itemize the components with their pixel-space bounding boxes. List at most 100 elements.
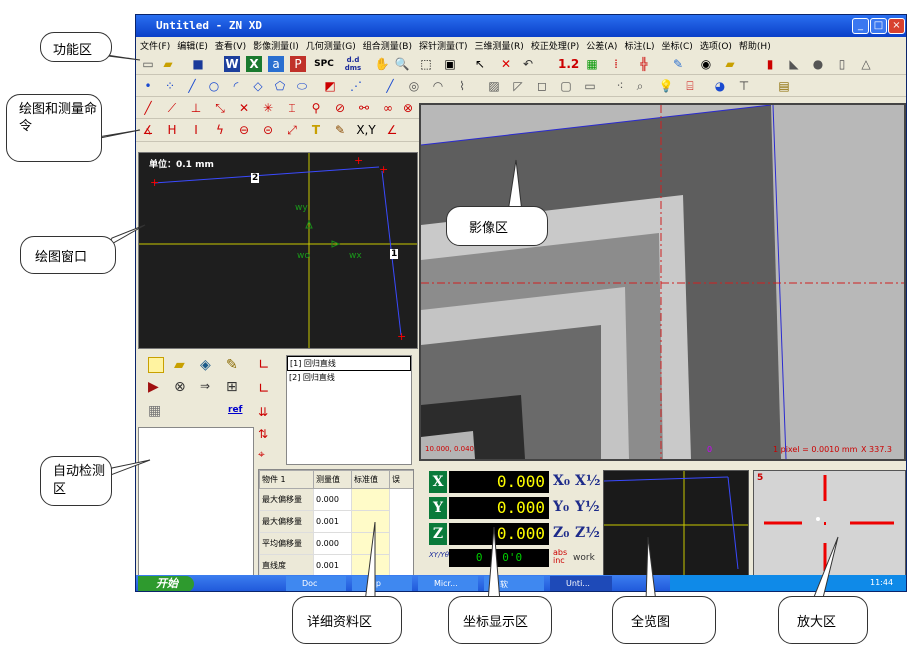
lamp-icon[interactable]: ⌸ [682,78,698,94]
menu-edit[interactable]: 编辑(E) [173,37,211,52]
menu-view[interactable]: 查看(V) [211,37,249,52]
word-icon[interactable]: W [224,56,240,72]
taskbar-item[interactable]: 软 [484,576,544,591]
point-icon[interactable]: • [140,78,156,94]
z-half-button[interactable]: Z½ [575,525,600,541]
delete-icon[interactable]: ✕ [498,56,514,72]
ref-icon[interactable]: ref [228,405,242,415]
xy-icon[interactable]: X,Y [354,122,378,138]
intersect-icon[interactable]: ✕ [236,100,252,116]
circle-icon[interactable]: ○ [206,78,222,94]
box-line-icon[interactable]: ▨ [486,78,502,94]
circle-chain-icon[interactable]: ∞ [380,100,396,116]
zoom-box-icon[interactable]: ⬚ [418,56,434,72]
globe-icon[interactable]: ◕ [712,78,728,94]
menu-options[interactable]: 选项(O) [696,37,735,52]
close-button[interactable]: × [888,18,905,34]
maximize-button[interactable]: □ [870,18,887,34]
work-label[interactable]: work [573,553,595,563]
magnifier-icon[interactable]: 🔍 [394,56,410,72]
cylinder-icon[interactable]: ▯ [834,56,850,72]
fit-icon[interactable]: ▣ [442,56,458,72]
circle-link-icon[interactable]: ⊗ [400,100,416,116]
menu-3d[interactable]: 三维测量(R) [471,37,527,52]
cursor-icon[interactable]: ↖ [472,56,488,72]
y-zero-button[interactable]: Y₀ [553,499,569,515]
diameter-icon[interactable]: ⊖ [236,122,252,138]
edge-icon[interactable]: ◩ [322,78,338,94]
probe-icon[interactable]: ▮ [762,56,778,72]
slant-dim-icon[interactable]: ϟ [212,122,228,138]
double-intersect-icon[interactable]: ✳ [260,100,276,116]
plane-icon[interactable]: ◣ [786,56,802,72]
perpendicular-icon[interactable]: ⊥ [188,100,204,116]
save-icon[interactable]: ■ [190,56,206,72]
number-icon[interactable]: 1.2 [558,56,579,72]
h-dim-icon[interactable]: H [164,122,180,138]
edit-program-icon[interactable]: ✎ [226,357,238,373]
x-half-button[interactable]: X½ [575,473,600,489]
arc-icon[interactable]: ◜ [228,78,244,94]
image-area[interactable]: 10.000, 0.040 0 1 pixel = 0.0010 mm X 33… [419,103,906,461]
tangent-icon[interactable]: ⤡ [212,100,228,116]
auto-detect-panel[interactable] [138,427,254,583]
y-axis-button[interactable]: Y [429,497,447,519]
step-icon[interactable]: ⇒ [200,379,210,393]
menu-help[interactable]: 帮助(H) [735,37,774,52]
box-arc-icon[interactable]: ▢ [558,78,574,94]
spc-icon[interactable]: SPC [312,56,336,72]
menu-coord[interactable]: 坐标(C) [658,37,696,52]
stop-icon[interactable]: ⊗ [174,379,186,395]
menu-image-measure[interactable]: 影像测量(I) [249,37,302,52]
new-file-icon[interactable]: ▭ [140,56,156,72]
polygon-icon[interactable]: ⬠ [272,78,288,94]
menu-tolerance[interactable]: 公差(A) [582,37,620,52]
two-circle-icon[interactable]: ⚯ [356,100,372,116]
box-round-icon[interactable]: ▭ [582,78,598,94]
run-icon[interactable]: ▶ [148,379,159,395]
crosshair-icon[interactable]: ╬ [636,56,652,72]
taskbar-item[interactable]: Micr... [418,576,478,591]
x-zero-button[interactable]: X₀ [553,473,570,489]
transform-icon[interactable]: ⌖ [258,447,265,462]
brush-icon[interactable]: ⌇ [454,78,470,94]
arc-tool-icon[interactable]: ◠ [430,78,446,94]
coordinate-tool-icon[interactable]: ⊤ [736,78,752,94]
line-icon[interactable]: ╱ [184,78,200,94]
align-icon[interactable]: ∟ [258,357,270,373]
menu-probe[interactable]: 探针测量(T) [415,37,471,52]
taskbar-item[interactable]: ...lp [352,576,412,591]
multi-point-icon[interactable]: ⁘ [162,78,178,94]
overview-map[interactable] [603,470,749,576]
undo-icon[interactable]: ↶ [520,56,536,72]
save-program-icon[interactable]: ◈ [200,357,211,373]
ellipse-icon[interactable]: ⬭ [294,78,310,94]
abs-toggle[interactable]: abs inc [553,549,567,565]
detail-table[interactable]: 物件 1 测量值 标准值 误 最大偏移量 0.000 最大偏移量 0.001 平均偏… [258,469,414,581]
pin-icon[interactable]: ⚲ [308,100,324,116]
y-half-button[interactable]: Y½ [575,499,600,515]
construct-line-icon[interactable]: ╱ [140,100,156,116]
pdf-icon[interactable]: P [290,56,306,72]
auto-line-icon[interactable]: ⋰ [348,78,364,94]
circle-cross-icon[interactable]: ⊘ [332,100,348,116]
menu-file[interactable]: 文件(F) [136,37,173,52]
open-program-icon[interactable]: ▰ [174,357,185,373]
angle-icon[interactable]: ∡ [140,122,156,138]
menu-combo[interactable]: 组合测量(B) [359,37,415,52]
angle-dim-icon[interactable]: ∠ [384,122,400,138]
report-icon[interactable]: ▤ [776,78,792,94]
excel-icon[interactable]: X [246,56,262,72]
grid-icon[interactable]: ▦ [584,56,600,72]
feature-list[interactable]: [1] 回归直线 [2] 回归直线 [286,355,412,465]
export-icon[interactable]: a [268,56,284,72]
v-dim-icon[interactable]: I [188,122,204,138]
pen-icon[interactable]: ╱ [382,78,398,94]
marker-icon[interactable]: ✎ [332,122,348,138]
menu-geometry[interactable]: 几何测量(G) [302,37,359,52]
edit-icon[interactable]: ✎ [670,56,686,72]
sphere-icon[interactable]: ● [810,56,826,72]
list-item[interactable]: [2] 回归直线 [287,371,411,384]
machine-icon[interactable]: ▦ [148,403,161,419]
focus-icon[interactable]: ⌕ [632,78,648,94]
